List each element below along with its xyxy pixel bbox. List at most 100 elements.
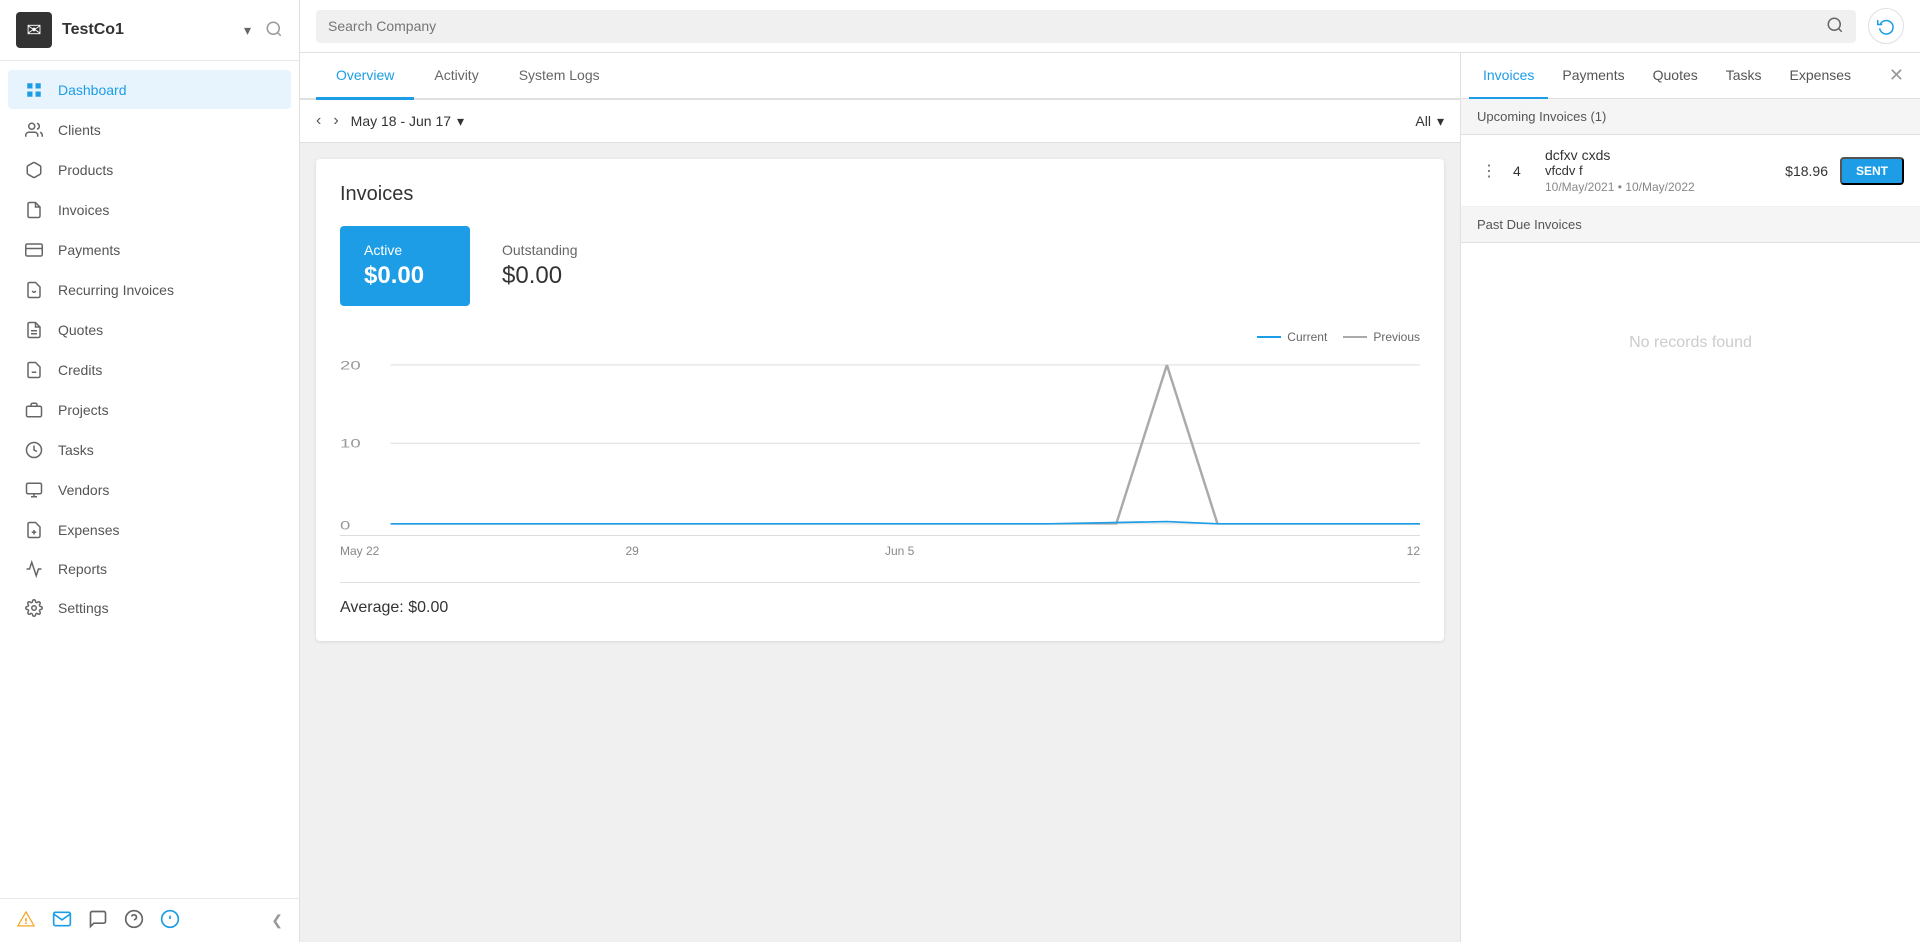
sidebar-item-expenses[interactable]: Expenses (8, 510, 291, 549)
sidebar-item-settings[interactable]: Settings (8, 589, 291, 627)
sidebar-item-clients[interactable]: Clients (8, 110, 291, 149)
date-filter-bar: ‹ › May 18 - Jun 17 ▾ All ▾ (300, 100, 1460, 143)
sidebar-item-tasks[interactable]: Tasks (8, 430, 291, 469)
right-tab-expenses[interactable]: Expenses (1776, 53, 1865, 99)
invoice-date-end: 10/May/2022 (1625, 180, 1694, 194)
current-line-indicator (1257, 336, 1281, 338)
all-filter-selector[interactable]: All ▾ (1415, 113, 1444, 130)
prev-period-button[interactable]: ‹ (316, 112, 321, 130)
chart-legend: Current Previous (340, 330, 1420, 344)
email-icon[interactable] (52, 909, 72, 932)
sidebar-item-credits[interactable]: Credits (8, 350, 291, 389)
sidebar-item-vendors[interactable]: Vendors (8, 470, 291, 509)
right-tab-tasks[interactable]: Tasks (1712, 53, 1776, 99)
past-due-header: Past Due Invoices (1461, 207, 1920, 243)
people-icon (24, 121, 44, 139)
sidebar-item-reports[interactable]: Reports (8, 550, 291, 588)
legend-current-label: Current (1287, 330, 1327, 344)
sidebar-item-recurring[interactable]: Recurring Invoices (8, 270, 291, 309)
invoice-menu-button[interactable]: ⋮ (1477, 157, 1501, 185)
history-button[interactable] (1868, 8, 1904, 44)
invoice-details: dcfxv cxds vfcdv f 10/May/2021 • 10/May/… (1545, 147, 1756, 194)
sidebar-nav: Dashboard Clients Products (0, 61, 299, 898)
invoice-date-start: 10/May/2021 (1545, 180, 1614, 194)
invoice-sub-name: vfcdv f (1545, 163, 1756, 178)
help-icon[interactable] (124, 909, 144, 932)
x-label-jun5: Jun 5 (885, 544, 914, 558)
past-due-title: Past Due Invoices (1477, 217, 1582, 232)
clock-icon (24, 441, 44, 459)
expense-icon (24, 521, 44, 539)
main-content: Overview Activity System Logs ‹ › May 18… (300, 0, 1920, 942)
search-input[interactable] (328, 18, 1818, 34)
svg-text:20: 20 (340, 359, 361, 372)
chat-icon[interactable] (88, 909, 108, 932)
sidebar-label-projects: Projects (58, 402, 245, 418)
right-tab-invoices[interactable]: Invoices (1469, 53, 1548, 99)
sidebar-label-payments: Payments (58, 242, 245, 258)
sidebar-label-settings: Settings (58, 600, 275, 616)
recurring-icon (24, 281, 44, 299)
search-box[interactable] (316, 10, 1856, 43)
sidebar-label-dashboard: Dashboard (58, 82, 245, 98)
x-label-12: 12 (1407, 544, 1420, 558)
date-range-text: May 18 - Jun 17 (351, 113, 451, 129)
invoice-stats: Active $0.00 Outstanding $0.00 (340, 226, 1420, 306)
close-right-panel-button[interactable]: ✕ (1881, 57, 1912, 94)
sidebar-label-clients: Clients (58, 122, 245, 138)
svg-text:0: 0 (340, 519, 351, 532)
right-panel: Invoices Payments Quotes Tasks Expenses … (1460, 53, 1920, 942)
active-label: Active (364, 242, 446, 258)
svg-text:10: 10 (340, 438, 361, 451)
search-icon-sidebar[interactable] (265, 20, 283, 41)
sidebar-item-dashboard[interactable]: Dashboard (8, 70, 291, 109)
sidebar-item-quotes[interactable]: Quotes (8, 310, 291, 349)
active-amount-box: Active $0.00 (340, 226, 470, 306)
upcoming-invoices-title: Upcoming Invoices (1) (1477, 109, 1606, 124)
tab-overview[interactable]: Overview (316, 53, 414, 100)
sidebar-label-recurring: Recurring Invoices (58, 282, 245, 298)
top-bar (300, 0, 1920, 53)
invoice-client-name: dcfxv cxds (1545, 147, 1756, 163)
x-label-may22: May 22 (340, 544, 379, 558)
right-tab-payments[interactable]: Payments (1548, 53, 1638, 99)
sidebar-label-vendors: Vendors (58, 482, 245, 498)
legend-previous-label: Previous (1373, 330, 1420, 344)
info-icon[interactable] (160, 909, 180, 932)
date-range-selector[interactable]: May 18 - Jun 17 ▾ (351, 113, 464, 130)
company-name: TestCo1 (62, 21, 234, 39)
sent-status-button[interactable]: SENT (1840, 157, 1904, 185)
center-content: Overview Activity System Logs ‹ › May 18… (300, 53, 1460, 942)
invoice-amount: $18.96 (1768, 163, 1828, 179)
sidebar-header: ✉ TestCo1 ▾ (0, 0, 299, 61)
warning-icon[interactable] (16, 909, 36, 932)
sidebar-label-credits: Credits (58, 362, 245, 378)
sidebar-item-invoices[interactable]: Invoices (8, 190, 291, 229)
sidebar-item-payments[interactable]: Payments (8, 230, 291, 269)
no-records-text: No records found (1461, 243, 1920, 443)
tab-activity[interactable]: Activity (414, 53, 498, 100)
next-period-button[interactable]: › (333, 112, 338, 130)
sidebar-label-products: Products (58, 162, 245, 178)
box-icon (24, 161, 44, 179)
quote-icon (24, 321, 44, 339)
card-icon (24, 241, 44, 259)
invoice-chart: 20 10 0 (340, 356, 1420, 536)
sidebar-item-products[interactable]: Products (8, 150, 291, 189)
vendor-icon (24, 481, 44, 499)
dropdown-icon[interactable]: ▾ (244, 22, 251, 39)
grid-icon (24, 81, 44, 99)
x-label-29: 29 (626, 544, 639, 558)
sidebar-label-invoices: Invoices (58, 202, 245, 218)
date-range-chevron: ▾ (457, 113, 464, 130)
sidebar-footer: ❮ (0, 898, 299, 942)
collapse-sidebar-button[interactable]: ❮ (271, 912, 283, 929)
past-due-section: Past Due Invoices No records found (1461, 207, 1920, 942)
all-filter-chevron: ▾ (1437, 113, 1444, 130)
right-tab-quotes[interactable]: Quotes (1639, 53, 1712, 99)
sidebar-label-quotes: Quotes (58, 322, 245, 338)
tab-system-logs[interactable]: System Logs (499, 53, 620, 100)
previous-line-indicator (1343, 336, 1367, 338)
sidebar-item-projects[interactable]: Projects (8, 390, 291, 429)
gear-icon (24, 599, 44, 617)
